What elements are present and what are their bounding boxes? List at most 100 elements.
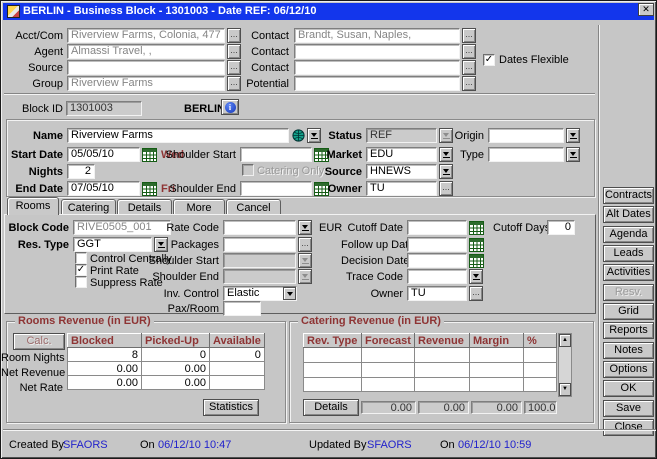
potential-field[interactable] (294, 76, 460, 91)
table-cell[interactable] (524, 363, 557, 378)
table-cell[interactable] (362, 363, 415, 378)
cutoff-days-field[interactable]: 0 (547, 220, 575, 235)
agenda-button[interactable]: Agenda (603, 226, 654, 243)
calendar-icon[interactable] (469, 254, 484, 268)
contact3-lov-button[interactable]: ... (462, 60, 476, 75)
table-cell[interactable] (470, 378, 524, 392)
owner-label: Owner (308, 183, 362, 196)
start-date-field[interactable]: 05/05/10 (67, 147, 140, 162)
save-button[interactable]: Save (603, 400, 654, 417)
tab-more[interactable]: More (173, 199, 225, 215)
table-cell[interactable]: 0 (142, 348, 210, 362)
contact2-lov-button[interactable]: ... (462, 44, 476, 59)
pax-room-field[interactable] (223, 301, 261, 316)
owner-lov-button[interactable]: ... (439, 181, 453, 196)
table-cell[interactable] (362, 378, 415, 392)
control-centrally-checkbox[interactable] (75, 252, 87, 264)
name-field[interactable]: Riverview Farms (67, 128, 289, 143)
table-cell[interactable]: 0.00 (142, 376, 210, 390)
table-cell[interactable] (304, 348, 362, 363)
follow-up-date-field[interactable] (407, 237, 467, 252)
property-info-button[interactable]: i (221, 99, 239, 115)
shoulder-start-field[interactable] (240, 147, 312, 162)
end-date-field[interactable]: 07/05/10 (67, 181, 140, 196)
scroll-up-button[interactable]: ▲ (559, 334, 571, 347)
table-cell[interactable] (415, 363, 470, 378)
suppress-rate-checkbox[interactable] (75, 276, 87, 288)
ok-button[interactable]: OK (603, 380, 654, 397)
acct-com-field[interactable]: Riverview Farms, Colonia, 477 550-38 (67, 28, 225, 43)
activities-button[interactable]: Activities (603, 264, 654, 281)
table-cell[interactable] (470, 363, 524, 378)
market-field[interactable]: EDU (366, 147, 437, 162)
table-cell[interactable] (415, 348, 470, 363)
catering-table-scrollbar[interactable]: ▲ ▼ (558, 333, 572, 397)
globe-icon[interactable] (292, 129, 305, 145)
rooms-owner-lov-button[interactable]: ... (469, 286, 483, 301)
agent-field[interactable]: Almassi Travel, , (67, 44, 225, 59)
calendar-icon[interactable] (469, 221, 484, 235)
table-cell[interactable] (415, 378, 470, 392)
table-cell[interactable] (470, 348, 524, 363)
rate-code-field[interactable] (223, 220, 296, 235)
block-source-dropdown-button[interactable] (439, 164, 453, 179)
type-field[interactable] (488, 147, 564, 162)
packages-field[interactable] (223, 237, 296, 252)
nights-field[interactable]: 2 (67, 164, 95, 179)
reports-button[interactable]: Reports (603, 322, 654, 339)
tab-catering[interactable]: Catering (61, 199, 116, 215)
info-icon: i (225, 102, 236, 113)
origin-dropdown-button[interactable] (566, 128, 580, 143)
tab-rooms[interactable]: Rooms (7, 197, 59, 215)
alt-dates-button[interactable]: Alt Dates (603, 206, 654, 223)
trace-code-dropdown-button[interactable] (469, 269, 483, 284)
trace-code-field[interactable] (407, 269, 467, 284)
table-cell[interactable]: 0.00 (142, 362, 210, 376)
table-cell[interactable] (304, 363, 362, 378)
owner-field[interactable]: TU (366, 181, 437, 196)
leads-button[interactable]: Leads (603, 245, 654, 262)
window-close-button[interactable]: ✕ (638, 3, 654, 16)
origin-field[interactable] (488, 128, 564, 143)
chevron-down-icon[interactable] (283, 287, 296, 300)
block-source-field[interactable]: HNEWS (366, 164, 437, 179)
rooms-owner-field[interactable]: TU (407, 286, 467, 301)
tab-cancel[interactable]: Cancel (226, 199, 281, 215)
tab-details[interactable]: Details (117, 199, 172, 215)
table-cell[interactable] (362, 348, 415, 363)
inv-control-combobox[interactable]: Elastic (223, 286, 297, 301)
table-cell[interactable]: 8 (68, 348, 142, 362)
table-cell[interactable] (304, 378, 362, 392)
details-button[interactable]: Details (303, 399, 359, 416)
contact2-field[interactable] (294, 44, 460, 59)
options-button[interactable]: Options (603, 361, 654, 378)
rate-code-dropdown-button[interactable] (298, 220, 312, 235)
scroll-down-button[interactable]: ▼ (559, 383, 571, 396)
table-cell[interactable] (524, 348, 557, 363)
contact1-lov-button[interactable]: ... (462, 28, 476, 43)
notes-button[interactable]: Notes (603, 342, 654, 359)
table-cell[interactable] (210, 376, 265, 390)
table-cell[interactable] (210, 362, 265, 376)
contracts-button[interactable]: Contracts (603, 187, 654, 204)
table-cell[interactable]: 0.00 (68, 376, 142, 390)
grid-button[interactable]: Grid (603, 303, 654, 320)
close-button[interactable]: Close (603, 419, 654, 436)
dates-flexible-checkbox[interactable]: ✓ (483, 54, 495, 66)
type-dropdown-button[interactable] (566, 147, 580, 162)
cutoff-date-field[interactable] (407, 220, 467, 235)
table-cell[interactable] (524, 378, 557, 392)
potential-lov-button[interactable]: ... (462, 76, 476, 91)
decision-date-field[interactable] (407, 253, 467, 268)
calendar-icon[interactable] (469, 238, 484, 252)
source-field[interactable] (67, 60, 225, 75)
table-cell[interactable]: 0 (210, 348, 265, 362)
contact1-field[interactable]: Brandt, Susan, Naples, (294, 28, 460, 43)
contact3-field[interactable] (294, 60, 460, 75)
shoulder-end-field[interactable] (240, 181, 312, 196)
statistics-button[interactable]: Statistics (203, 399, 259, 416)
group-field[interactable]: Riverview Farms (67, 76, 225, 91)
table-cell[interactable]: 0.00 (68, 362, 142, 376)
print-rate-checkbox[interactable]: ✓ (75, 264, 87, 276)
packages-lov-button[interactable]: ... (298, 237, 312, 252)
